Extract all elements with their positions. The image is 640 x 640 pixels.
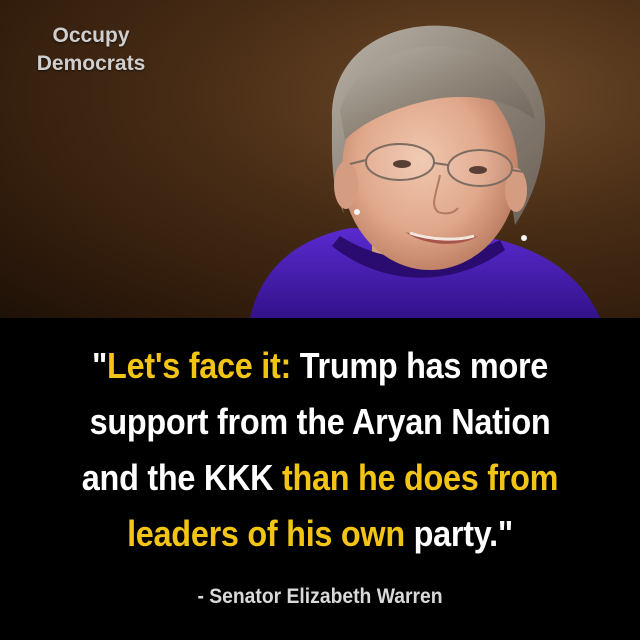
quote-segment: party." [404,513,514,554]
portrait-photo: Occupy Democrats [0,0,640,318]
brand-logo: Occupy Democrats [26,22,156,78]
brand-line-2: Democrats [36,52,146,75]
quote-highlight: leaders of his own [127,513,405,554]
quote-line-2: support from the Aryan Nation [32,394,608,450]
quote-segment: Trump has more [291,345,549,386]
quote-segment: and the KKK [81,457,282,498]
quote-attribution: - Senator Elizabeth Warren [197,585,443,608]
quote-segment: support from the Aryan Nation [89,401,551,442]
quote-line-1: "Let's face it: Trump has more [32,338,608,394]
quote-highlight: than he does from [281,457,559,498]
brand-line-1: Occupy [52,24,130,47]
quote-highlight: Let's face it: [107,345,292,386]
quote-panel: "Let's face it: Trump has more support f… [0,318,640,640]
quote-segment: " [91,345,108,386]
quote-text: "Let's face it: Trump has more support f… [32,338,608,562]
quote-line-4: leaders of his own party." [32,506,608,562]
meme-image: Occupy Democrats "Let's face it: Trump h… [0,0,640,640]
quote-line-3: and the KKK than he does from [32,450,608,506]
